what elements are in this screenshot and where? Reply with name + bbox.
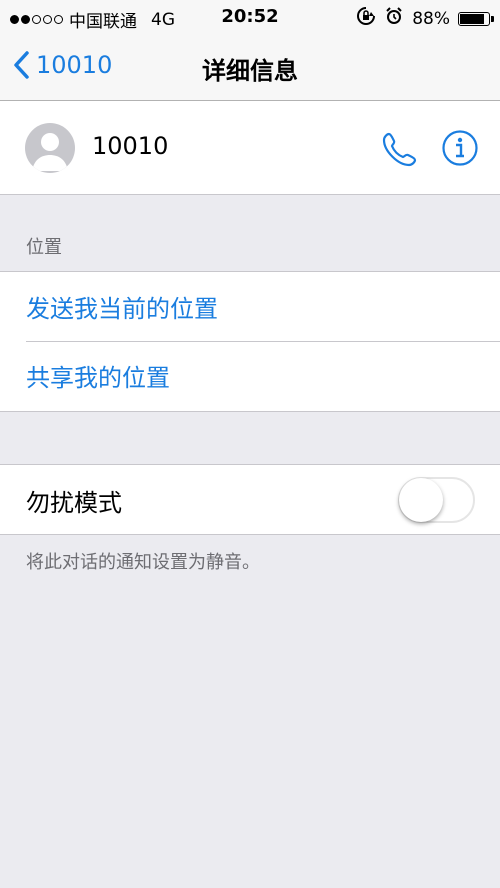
do-not-disturb-note: 将此对话的通知设置为静音。 [26, 552, 260, 573]
divider [26, 341, 500, 342]
battery-icon [458, 11, 494, 26]
location-section-label: 位置 [26, 237, 62, 258]
send-current-location-button[interactable]: 发送我当前的位置 [26, 289, 218, 324]
alarm-icon [384, 6, 404, 31]
battery-percent: 88% [412, 8, 450, 29]
do-not-disturb-label: 勿扰模式 [26, 489, 122, 517]
navigation-bar: 10010 详细信息 [0, 36, 500, 101]
status-right: 88% [356, 6, 494, 31]
info-button[interactable] [441, 129, 479, 171]
call-button[interactable] [380, 129, 420, 173]
location-group: 发送我当前的位置 共享我的位置 [0, 271, 500, 412]
status-bar: 中国联通 4G 20:52 88% [0, 0, 500, 36]
do-not-disturb-toggle[interactable] [398, 477, 475, 523]
contact-row: 10010 [0, 101, 500, 195]
share-location-button[interactable]: 共享我的位置 [26, 358, 170, 393]
rotation-lock-icon [356, 6, 376, 31]
battery-fill [460, 13, 484, 24]
page-title: 详细信息 [202, 57, 298, 85]
contact-name: 10010 [92, 132, 169, 160]
person-icon [32, 133, 68, 171]
toggle-knob [399, 478, 443, 522]
avatar [25, 123, 75, 173]
phone-icon [382, 132, 417, 167]
do-not-disturb-row: 勿扰模式 [0, 464, 500, 535]
info-icon [442, 130, 478, 166]
